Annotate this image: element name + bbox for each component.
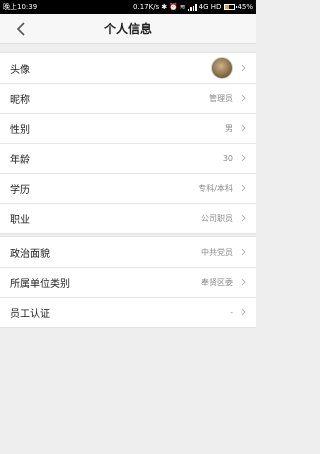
chevron-right-icon [241, 94, 246, 102]
chevron-right-icon [241, 64, 246, 72]
row-label: 所属单位类别 [10, 278, 70, 290]
battery-icon [224, 4, 238, 10]
status-time: 晚上10:39 [3, 3, 38, 11]
row-value: 男 [225, 123, 233, 133]
chevron-right-icon [241, 248, 246, 256]
row-value: 中共党员 [201, 247, 233, 257]
row-avatar[interactable]: 头像 [0, 53, 256, 83]
avatar [211, 57, 233, 79]
row-education[interactable]: 学历 专科/本科 [0, 173, 256, 203]
chevron-right-icon [241, 278, 246, 286]
bluetooth-icon: ✱ [161, 2, 168, 11]
row-nickname[interactable]: 昵称 管理员 [0, 83, 256, 113]
row-label: 性别 [10, 124, 30, 136]
row-label: 学历 [10, 184, 30, 196]
page-title: 个人信息 [103, 22, 152, 36]
chevron-right-icon [241, 154, 246, 162]
chevron-right-icon [241, 184, 246, 192]
status-icons: 0.17K/s ✱ ⏰ ≋ 4G HD 45% [133, 3, 253, 11]
row-label: 政治面貌 [10, 248, 50, 260]
row-occupation[interactable]: 职业 公司职员 [0, 203, 256, 233]
chevron-right-icon [241, 124, 246, 132]
row-age[interactable]: 年龄 30 [0, 143, 256, 173]
wifi-icon: ≋ [179, 2, 186, 11]
chevron-right-icon [241, 308, 246, 316]
nav-bar: 个人信息 [0, 14, 256, 44]
row-label: 员工认证 [10, 308, 50, 320]
network-speed: 0.17K/s [133, 3, 160, 11]
row-value: 专科/本科 [198, 183, 233, 193]
row-employee-verification[interactable]: 员工认证 - [0, 297, 256, 327]
row-label: 年龄 [10, 154, 30, 166]
affiliation-group: 政治面貌 中共党员 所属单位类别 奉贤区委 员工认证 - [0, 236, 256, 328]
row-political-status[interactable]: 政治面貌 中共党员 [0, 237, 256, 267]
status-bar: 晚上10:39 0.17K/s ✱ ⏰ ≋ 4G HD 45% [0, 0, 256, 14]
alarm-icon: ⏰ [169, 2, 178, 11]
row-value: 管理员 [209, 93, 233, 103]
row-label: 职业 [10, 214, 30, 226]
row-label: 头像 [10, 64, 30, 76]
row-value: 30 [222, 153, 233, 163]
battery-percent: 45% [237, 3, 253, 11]
row-label: 昵称 [10, 94, 30, 106]
row-value: - [230, 307, 233, 317]
basic-info-group: 头像 昵称 管理员 性别 男 年龄 30 学历 专科/本科 职业 公司职员 [0, 52, 256, 234]
row-value: 奉贤区委 [201, 277, 233, 287]
row-value: 公司职员 [201, 213, 233, 223]
signal-icon [187, 3, 197, 11]
chevron-right-icon [241, 214, 246, 222]
row-gender[interactable]: 性别 男 [0, 113, 256, 143]
row-unit-category[interactable]: 所属单位类别 奉贤区委 [0, 267, 256, 297]
network-type: 4G HD [198, 3, 222, 11]
